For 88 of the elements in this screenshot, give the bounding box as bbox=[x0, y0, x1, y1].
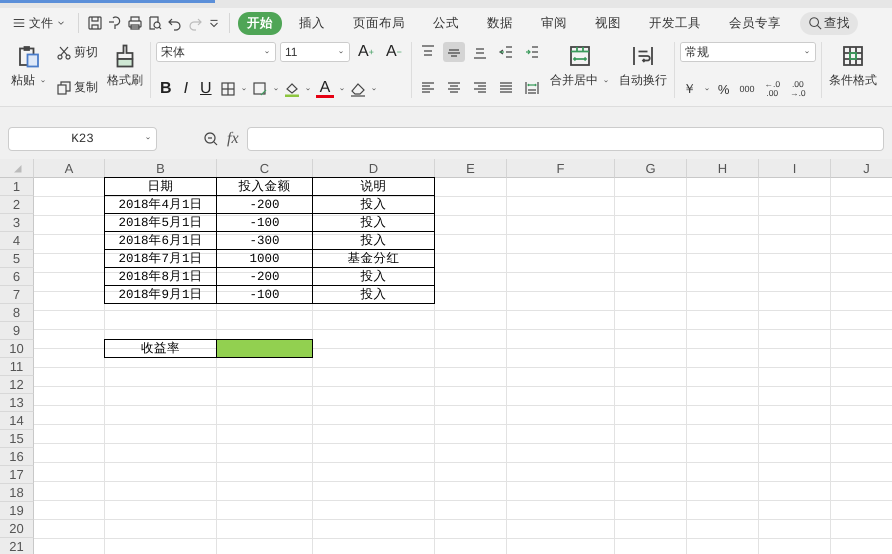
row-header[interactable]: 20 bbox=[0, 520, 34, 538]
row-header[interactable]: 14 bbox=[0, 412, 34, 430]
row-header[interactable]: 19 bbox=[0, 502, 34, 520]
increase-decimal-button[interactable]: ←.0 .00 bbox=[761, 80, 784, 98]
align-icon bbox=[524, 80, 540, 96]
column-header[interactable]: D bbox=[313, 159, 435, 178]
number-format-dropdown[interactable]: 常规 bbox=[680, 42, 816, 62]
copy-button[interactable]: 复制 bbox=[54, 77, 100, 98]
align-button[interactable] bbox=[442, 42, 465, 62]
table-cell: 投入 bbox=[312, 285, 435, 304]
save-icon bbox=[87, 15, 103, 31]
ribbon-tab[interactable]: 数据 bbox=[478, 12, 522, 34]
row-header[interactable]: 15 bbox=[0, 430, 34, 448]
menu-icon bbox=[12, 16, 26, 30]
ribbon-tab[interactable]: 插入 bbox=[290, 12, 334, 34]
font-style-button[interactable]: B bbox=[156, 80, 176, 98]
fill-color-icon bbox=[284, 81, 300, 97]
table-cell: 说明 bbox=[312, 177, 435, 196]
row-header[interactable]: 4 bbox=[0, 232, 34, 250]
column-header[interactable]: H bbox=[687, 159, 759, 178]
clipboard-icon bbox=[17, 44, 41, 68]
font-style-button[interactable]: I bbox=[180, 80, 192, 98]
align-icon bbox=[498, 44, 514, 60]
table-cell: 收益率 bbox=[104, 339, 217, 358]
align-icon bbox=[524, 44, 540, 60]
fill-pattern-icon bbox=[252, 81, 268, 97]
conditional-format-button[interactable]: 条件格式 bbox=[826, 42, 879, 98]
copy-icon bbox=[56, 80, 72, 96]
font-color-button[interactable]: A bbox=[316, 80, 334, 98]
percent-button[interactable]: % bbox=[714, 82, 732, 96]
font-style-button[interactable]: U bbox=[196, 80, 216, 98]
row-header[interactable]: 18 bbox=[0, 484, 34, 502]
row-header[interactable]: 10 bbox=[0, 340, 34, 358]
cut-button[interactable]: 剪切 bbox=[54, 42, 100, 63]
row-header[interactable]: 11 bbox=[0, 358, 34, 376]
row-header[interactable]: 8 bbox=[0, 304, 34, 322]
currency-button[interactable]: ￥ bbox=[680, 80, 699, 98]
thousands-button[interactable]: 000 bbox=[736, 84, 758, 94]
scissors-icon bbox=[56, 44, 72, 60]
row-header[interactable]: 2 bbox=[0, 196, 34, 214]
column-header[interactable]: I bbox=[759, 159, 831, 178]
column-header[interactable]: A bbox=[34, 159, 105, 178]
ribbon-tab[interactable]: 会员专享 bbox=[720, 12, 790, 34]
wrap-text-icon bbox=[630, 44, 655, 68]
function-label[interactable]: fx bbox=[227, 130, 239, 148]
column-header[interactable]: C bbox=[217, 159, 313, 178]
table-cell: 2018年9月1日 bbox=[104, 285, 217, 304]
font-size-dropdown[interactable]: 11 bbox=[280, 42, 350, 62]
row-header[interactable]: 3 bbox=[0, 214, 34, 232]
row-header[interactable]: 5 bbox=[0, 250, 34, 268]
column-header[interactable]: G bbox=[615, 159, 687, 178]
column-header[interactable]: F bbox=[507, 159, 615, 178]
paste-button[interactable]: 粘贴 bbox=[9, 42, 49, 98]
merge-center-button[interactable]: 合并居中 bbox=[548, 42, 612, 98]
file-menu[interactable]: 文件 bbox=[8, 12, 70, 34]
name-box[interactable]: K23 bbox=[8, 127, 157, 151]
row-header[interactable]: 21 bbox=[0, 538, 34, 554]
eraser-icon bbox=[350, 81, 366, 97]
ribbon-tab[interactable]: 视图 bbox=[586, 12, 630, 34]
column-header[interactable]: B bbox=[105, 159, 217, 178]
row-header[interactable]: 12 bbox=[0, 376, 34, 394]
zoom-out-icon bbox=[203, 131, 219, 147]
borders-icon bbox=[220, 81, 236, 97]
print-preview-icon bbox=[147, 15, 163, 31]
search-icon bbox=[808, 16, 822, 30]
print-icon bbox=[127, 15, 143, 31]
decrease-decimal-button[interactable]: .00 →.0 bbox=[787, 80, 809, 98]
table-cell: 日期 bbox=[104, 177, 217, 196]
ribbon-tab[interactable]: 公式 bbox=[424, 12, 468, 34]
row-header[interactable]: 6 bbox=[0, 268, 34, 286]
grid-icon bbox=[840, 44, 865, 68]
font-name-dropdown[interactable]: 宋体 bbox=[156, 42, 276, 62]
row-header[interactable]: 13 bbox=[0, 394, 34, 412]
column-header[interactable]: J bbox=[831, 159, 892, 178]
ribbon-tab[interactable]: 审阅 bbox=[532, 12, 576, 34]
ribbon-tab[interactable]: 页面布局 bbox=[344, 12, 414, 34]
row-header[interactable]: 9 bbox=[0, 322, 34, 340]
format-painter-button[interactable]: 格式刷 bbox=[105, 42, 145, 98]
wrap-text-button[interactable]: 自动换行 bbox=[616, 42, 669, 98]
column-header[interactable]: E bbox=[435, 159, 507, 178]
row-header[interactable]: 16 bbox=[0, 448, 34, 466]
row-header[interactable]: 1 bbox=[0, 178, 34, 196]
merge-cells-icon bbox=[568, 44, 592, 68]
row-header[interactable]: 17 bbox=[0, 466, 34, 484]
formula-input[interactable] bbox=[246, 127, 884, 151]
row-header[interactable]: 7 bbox=[0, 286, 34, 304]
search-button[interactable]: 查找 bbox=[800, 12, 858, 34]
ribbon-tab[interactable]: 开发工具 bbox=[640, 12, 710, 34]
